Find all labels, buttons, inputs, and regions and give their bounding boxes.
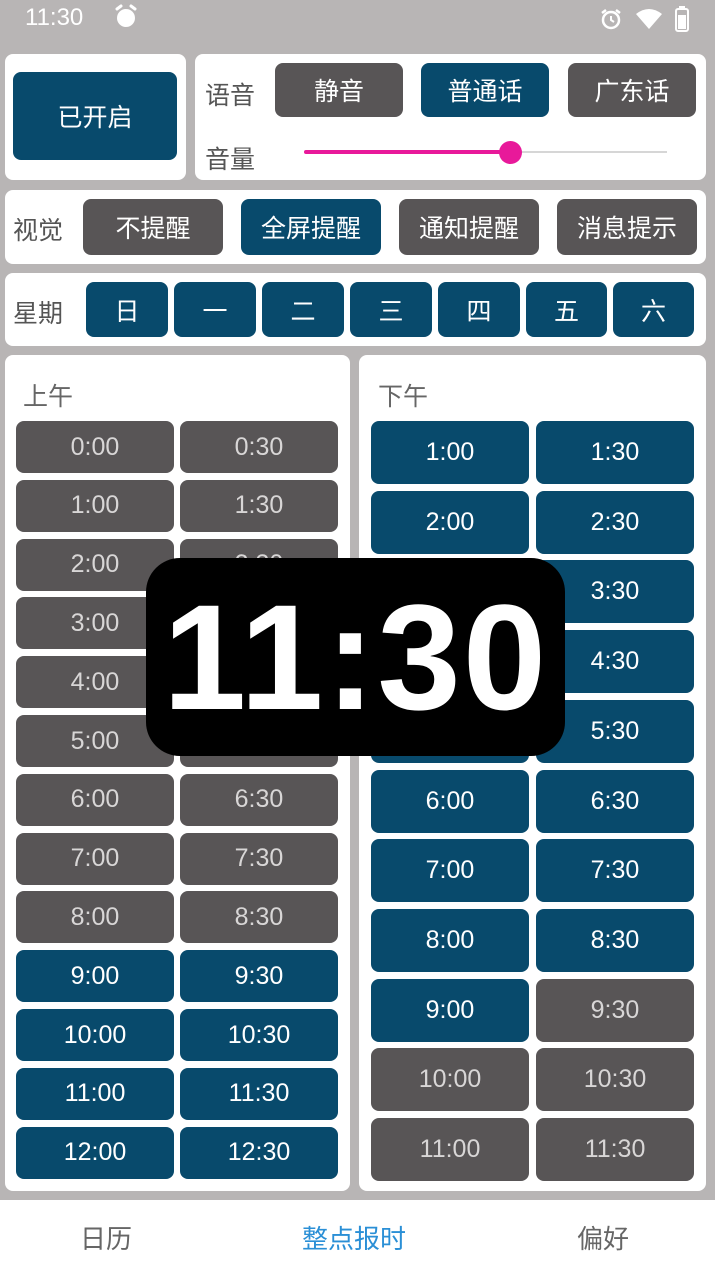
- day-saturday[interactable]: 六: [613, 282, 694, 337]
- visual-card: 视觉 不提醒 全屏提醒 通知提醒 消息提示: [5, 190, 706, 264]
- morning-slot-700[interactable]: 7:00: [16, 832, 174, 885]
- visual-option-notification[interactable]: 通知提醒: [399, 199, 539, 255]
- afternoon-slot-700[interactable]: 7:00: [371, 839, 529, 903]
- battery-icon: [675, 6, 689, 36]
- voice-option-mute[interactable]: 静音: [275, 63, 403, 117]
- afternoon-slot-1030[interactable]: 10:30: [536, 1048, 694, 1112]
- alarm-icon: [112, 3, 140, 35]
- morning-slot-600[interactable]: 6:00: [16, 773, 174, 826]
- morning-slot-1230[interactable]: 12:30: [180, 1126, 338, 1179]
- volume-label: 音量: [205, 145, 256, 174]
- afternoon-slot-1130[interactable]: 11:30: [536, 1118, 694, 1181]
- week-label: 星期: [13, 299, 64, 328]
- morning-slot-1130[interactable]: 11:30: [180, 1067, 338, 1120]
- volume-slider-fill: [304, 150, 510, 154]
- morning-slot-630[interactable]: 6:30: [180, 773, 338, 826]
- day-monday[interactable]: 一: [174, 282, 256, 337]
- afternoon-slot-130[interactable]: 1:30: [536, 421, 694, 484]
- week-card: 星期 日 一 二 三 四 五 六: [5, 273, 706, 346]
- morning-slot-100[interactable]: 1:00: [16, 479, 174, 532]
- morning-slot-000[interactable]: 0:00: [16, 421, 174, 473]
- volume-slider-thumb[interactable]: [499, 141, 522, 164]
- afternoon-label: 下午: [378, 382, 429, 411]
- morning-slot-1000[interactable]: 10:00: [16, 1009, 174, 1061]
- fullscreen-time-overlay: 11:30: [146, 558, 565, 756]
- morning-slot-730[interactable]: 7:30: [180, 832, 338, 885]
- morning-slot-930[interactable]: 9:30: [180, 950, 338, 1003]
- morning-panel: 上午 0:000:301:001:302:002:303:003:304:004…: [5, 355, 350, 1191]
- day-wednesday[interactable]: 三: [350, 282, 432, 337]
- morning-slot-1200[interactable]: 12:00: [16, 1126, 174, 1179]
- day-tuesday[interactable]: 二: [262, 282, 344, 337]
- afternoon-slot-900[interactable]: 9:00: [371, 978, 529, 1042]
- visual-option-none[interactable]: 不提醒: [83, 199, 223, 255]
- afternoon-slot-930[interactable]: 9:30: [536, 978, 694, 1042]
- afternoon-slot-230[interactable]: 2:30: [536, 490, 694, 554]
- morning-slot-030[interactable]: 0:30: [180, 421, 338, 473]
- bottom-navigation: 日历 整点报时 偏好: [0, 1200, 715, 1275]
- visual-option-fullscreen[interactable]: 全屏提醒: [241, 199, 381, 255]
- visual-label: 视觉: [13, 216, 64, 245]
- nav-preferences[interactable]: 偏好: [503, 1200, 703, 1275]
- afternoon-slot-830[interactable]: 8:30: [536, 908, 694, 972]
- alarm-clock-icon: [599, 7, 623, 35]
- afternoon-slot-600[interactable]: 6:00: [371, 769, 529, 833]
- day-sunday[interactable]: 日: [86, 282, 168, 337]
- afternoon-panel: 下午 1:001:302:002:303:003:304:004:305:005…: [359, 355, 706, 1191]
- morning-label: 上午: [23, 382, 74, 411]
- afternoon-slot-730[interactable]: 7:30: [536, 839, 694, 903]
- voice-option-mandarin[interactable]: 普通话: [421, 63, 549, 117]
- voice-label: 语音: [205, 81, 256, 110]
- voice-card: 语音 静音 普通话 广东话 音量: [195, 54, 706, 180]
- day-thursday[interactable]: 四: [438, 282, 520, 337]
- voice-option-cantonese[interactable]: 广东话: [568, 63, 696, 117]
- wifi-icon: [635, 7, 663, 35]
- afternoon-slot-1100[interactable]: 11:00: [371, 1118, 529, 1181]
- morning-slot-830[interactable]: 8:30: [180, 891, 338, 944]
- morning-slot-1100[interactable]: 11:00: [16, 1067, 174, 1120]
- status-icons: [599, 6, 689, 36]
- nav-hourly-chime[interactable]: 整点报时: [254, 1200, 454, 1275]
- afternoon-slot-630[interactable]: 6:30: [536, 769, 694, 833]
- enable-toggle-button[interactable]: 已开启: [13, 72, 177, 160]
- afternoon-slot-200[interactable]: 2:00: [371, 490, 529, 554]
- morning-slot-800[interactable]: 8:00: [16, 891, 174, 944]
- status-bar: 11:30: [0, 0, 715, 38]
- visual-option-message[interactable]: 消息提示: [557, 199, 697, 255]
- morning-slot-1030[interactable]: 10:30: [180, 1009, 338, 1061]
- day-friday[interactable]: 五: [526, 282, 607, 337]
- volume-slider-track: [510, 151, 667, 153]
- afternoon-slot-800[interactable]: 8:00: [371, 908, 529, 972]
- afternoon-slot-100[interactable]: 1:00: [371, 421, 529, 484]
- nav-calendar[interactable]: 日历: [6, 1200, 206, 1275]
- morning-slot-130[interactable]: 1:30: [180, 479, 338, 532]
- afternoon-slot-1000[interactable]: 10:00: [371, 1048, 529, 1112]
- toggle-card: 已开启: [5, 54, 186, 180]
- status-time: 11:30: [25, 4, 84, 31]
- morning-slot-900[interactable]: 9:00: [16, 950, 174, 1003]
